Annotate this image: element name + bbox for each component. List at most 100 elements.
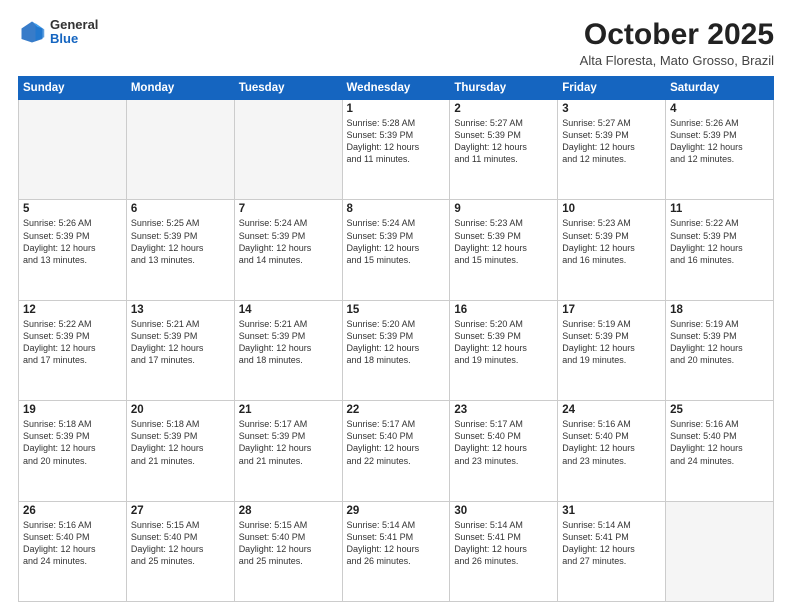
day-number: 12: [23, 304, 122, 316]
calendar-subtitle: Alta Floresta, Mato Grosso, Brazil: [580, 53, 774, 68]
logo-icon: [18, 18, 46, 46]
day-number: 10: [562, 203, 661, 215]
day-cell: 4 Sunrise: 5:26 AMSunset: 5:39 PMDaylight…: [666, 100, 774, 200]
day-cell: 21 Sunrise: 5:17 AMSunset: 5:39 PMDayligh…: [234, 401, 342, 501]
day-cell: 13 Sunrise: 5:21 AMSunset: 5:39 PMDayligh…: [126, 300, 234, 400]
day-info: Sunrise: 5:24 AMSunset: 5:39 PMDaylight:…: [239, 217, 338, 266]
week-row-4: 19Sunrise: 5:18 AMSunset: 5:39 PMDayligh…: [19, 401, 774, 501]
day-cell: 9 Sunrise: 5:23 AMSunset: 5:39 PMDaylight…: [450, 200, 558, 300]
logo-general: General: [50, 18, 98, 32]
day-cell: 10 Sunrise: 5:23 AMSunset: 5:39 PMDayligh…: [558, 200, 666, 300]
day-number: 6: [131, 203, 230, 215]
day-cell: 22 Sunrise: 5:17 AMSunset: 5:40 PMDayligh…: [342, 401, 450, 501]
day-info: Sunrise: 5:26 AMSunset: 5:39 PMDaylight:…: [670, 117, 769, 166]
day-info: Sunrise: 5:22 AMSunset: 5:39 PMDaylight:…: [670, 217, 769, 266]
day-info: Sunrise: 5:21 AMSunset: 5:39 PMDaylight:…: [131, 318, 230, 367]
day-number: 11: [670, 203, 769, 215]
day-number: 21: [239, 404, 338, 416]
day-info: Sunrise: 5:23 AMSunset: 5:39 PMDaylight:…: [454, 217, 553, 266]
day-number: 31: [562, 505, 661, 517]
day-info: Sunrise: 5:14 AMSunset: 5:41 PMDaylight:…: [454, 519, 553, 568]
day-info: Sunrise: 5:18 AMSunset: 5:39 PMDaylight:…: [131, 418, 230, 467]
day-info: Sunrise: 5:16 AMSunset: 5:40 PMDaylight:…: [670, 418, 769, 467]
col-wednesday: Wednesday: [342, 77, 450, 100]
day-cell: 7 Sunrise: 5:24 AMSunset: 5:39 PMDaylight…: [234, 200, 342, 300]
col-saturday: Saturday: [666, 77, 774, 100]
day-info: Sunrise: 5:15 AMSunset: 5:40 PMDaylight:…: [239, 519, 338, 568]
day-info: Sunrise: 5:27 AMSunset: 5:39 PMDaylight:…: [454, 117, 553, 166]
col-tuesday: Tuesday: [234, 77, 342, 100]
day-cell: 2 Sunrise: 5:27 AMSunset: 5:39 PMDaylight…: [450, 100, 558, 200]
day-info: Sunrise: 5:26 AMSunset: 5:39 PMDaylight:…: [23, 217, 122, 266]
day-cell: 27Sunrise: 5:15 AMSunset: 5:40 PMDayligh…: [126, 501, 234, 601]
week-row-2: 5 Sunrise: 5:26 AMSunset: 5:39 PMDaylight…: [19, 200, 774, 300]
logo-blue: Blue: [50, 32, 98, 46]
day-cell: 12 Sunrise: 5:22 AMSunset: 5:39 PMDayligh…: [19, 300, 127, 400]
day-cell: 30 Sunrise: 5:14 AMSunset: 5:41 PMDayligh…: [450, 501, 558, 601]
week-row-5: 26Sunrise: 5:16 AMSunset: 5:40 PMDayligh…: [19, 501, 774, 601]
calendar-title: October 2025: [580, 18, 774, 51]
day-number: 8: [347, 203, 446, 215]
day-info: Sunrise: 5:25 AMSunset: 5:39 PMDaylight:…: [131, 217, 230, 266]
day-number: 15: [347, 304, 446, 316]
day-cell: 31 Sunrise: 5:14 AMSunset: 5:41 PMDayligh…: [558, 501, 666, 601]
week-row-3: 12 Sunrise: 5:22 AMSunset: 5:39 PMDayligh…: [19, 300, 774, 400]
day-info: Sunrise: 5:20 AMSunset: 5:39 PMDaylight:…: [454, 318, 553, 367]
day-info: Sunrise: 5:22 AMSunset: 5:39 PMDaylight:…: [23, 318, 122, 367]
day-number: 27: [131, 505, 230, 517]
day-number: 2: [454, 103, 553, 115]
day-info: Sunrise: 5:14 AMSunset: 5:41 PMDaylight:…: [347, 519, 446, 568]
day-info: Sunrise: 5:16 AMSunset: 5:40 PMDaylight:…: [23, 519, 122, 568]
day-number: 22: [347, 404, 446, 416]
day-info: Sunrise: 5:28 AMSunset: 5:39 PMDaylight:…: [347, 117, 446, 166]
day-cell: 14Sunrise: 5:21 AMSunset: 5:39 PMDayligh…: [234, 300, 342, 400]
day-number: 20: [131, 404, 230, 416]
day-cell: 1Sunrise: 5:28 AMSunset: 5:39 PMDaylight…: [342, 100, 450, 200]
day-number: 5: [23, 203, 122, 215]
day-info: Sunrise: 5:20 AMSunset: 5:39 PMDaylight:…: [347, 318, 446, 367]
day-number: 4: [670, 103, 769, 115]
day-cell: 17Sunrise: 5:19 AMSunset: 5:39 PMDayligh…: [558, 300, 666, 400]
day-number: 30: [454, 505, 553, 517]
page: General Blue October 2025 Alta Floresta,…: [0, 0, 792, 612]
day-number: 28: [239, 505, 338, 517]
day-number: 9: [454, 203, 553, 215]
day-info: Sunrise: 5:21 AMSunset: 5:39 PMDaylight:…: [239, 318, 338, 367]
day-info: Sunrise: 5:14 AMSunset: 5:41 PMDaylight:…: [562, 519, 661, 568]
day-cell: 11 Sunrise: 5:22 AMSunset: 5:39 PMDayligh…: [666, 200, 774, 300]
day-cell: 16 Sunrise: 5:20 AMSunset: 5:39 PMDayligh…: [450, 300, 558, 400]
day-number: 25: [670, 404, 769, 416]
day-number: 29: [347, 505, 446, 517]
day-info: Sunrise: 5:18 AMSunset: 5:39 PMDaylight:…: [23, 418, 122, 467]
col-monday: Monday: [126, 77, 234, 100]
day-cell: 18Sunrise: 5:19 AMSunset: 5:39 PMDayligh…: [666, 300, 774, 400]
day-number: 23: [454, 404, 553, 416]
day-number: 7: [239, 203, 338, 215]
day-cell: 26Sunrise: 5:16 AMSunset: 5:40 PMDayligh…: [19, 501, 127, 601]
header: General Blue October 2025 Alta Floresta,…: [18, 18, 774, 68]
day-info: Sunrise: 5:24 AMSunset: 5:39 PMDaylight:…: [347, 217, 446, 266]
day-number: 16: [454, 304, 553, 316]
day-number: 3: [562, 103, 661, 115]
day-info: Sunrise: 5:19 AMSunset: 5:39 PMDaylight:…: [670, 318, 769, 367]
day-cell: 25 Sunrise: 5:16 AMSunset: 5:40 PMDayligh…: [666, 401, 774, 501]
title-block: October 2025 Alta Floresta, Mato Grosso,…: [580, 18, 774, 68]
day-cell: 8 Sunrise: 5:24 AMSunset: 5:39 PMDaylight…: [342, 200, 450, 300]
day-number: 13: [131, 304, 230, 316]
day-info: Sunrise: 5:16 AMSunset: 5:40 PMDaylight:…: [562, 418, 661, 467]
day-info: Sunrise: 5:17 AMSunset: 5:39 PMDaylight:…: [239, 418, 338, 467]
day-cell: [234, 100, 342, 200]
week-row-1: 1Sunrise: 5:28 AMSunset: 5:39 PMDaylight…: [19, 100, 774, 200]
calendar-header-row: Sunday Monday Tuesday Wednesday Thursday…: [19, 77, 774, 100]
day-info: Sunrise: 5:17 AMSunset: 5:40 PMDaylight:…: [454, 418, 553, 467]
day-number: 24: [562, 404, 661, 416]
day-cell: [126, 100, 234, 200]
day-cell: 20 Sunrise: 5:18 AMSunset: 5:39 PMDayligh…: [126, 401, 234, 501]
day-info: Sunrise: 5:23 AMSunset: 5:39 PMDaylight:…: [562, 217, 661, 266]
day-info: Sunrise: 5:17 AMSunset: 5:40 PMDaylight:…: [347, 418, 446, 467]
day-cell: 5 Sunrise: 5:26 AMSunset: 5:39 PMDaylight…: [19, 200, 127, 300]
day-cell: 23 Sunrise: 5:17 AMSunset: 5:40 PMDayligh…: [450, 401, 558, 501]
day-cell: 15 Sunrise: 5:20 AMSunset: 5:39 PMDayligh…: [342, 300, 450, 400]
day-cell: 29 Sunrise: 5:14 AMSunset: 5:41 PMDayligh…: [342, 501, 450, 601]
day-cell: [666, 501, 774, 601]
